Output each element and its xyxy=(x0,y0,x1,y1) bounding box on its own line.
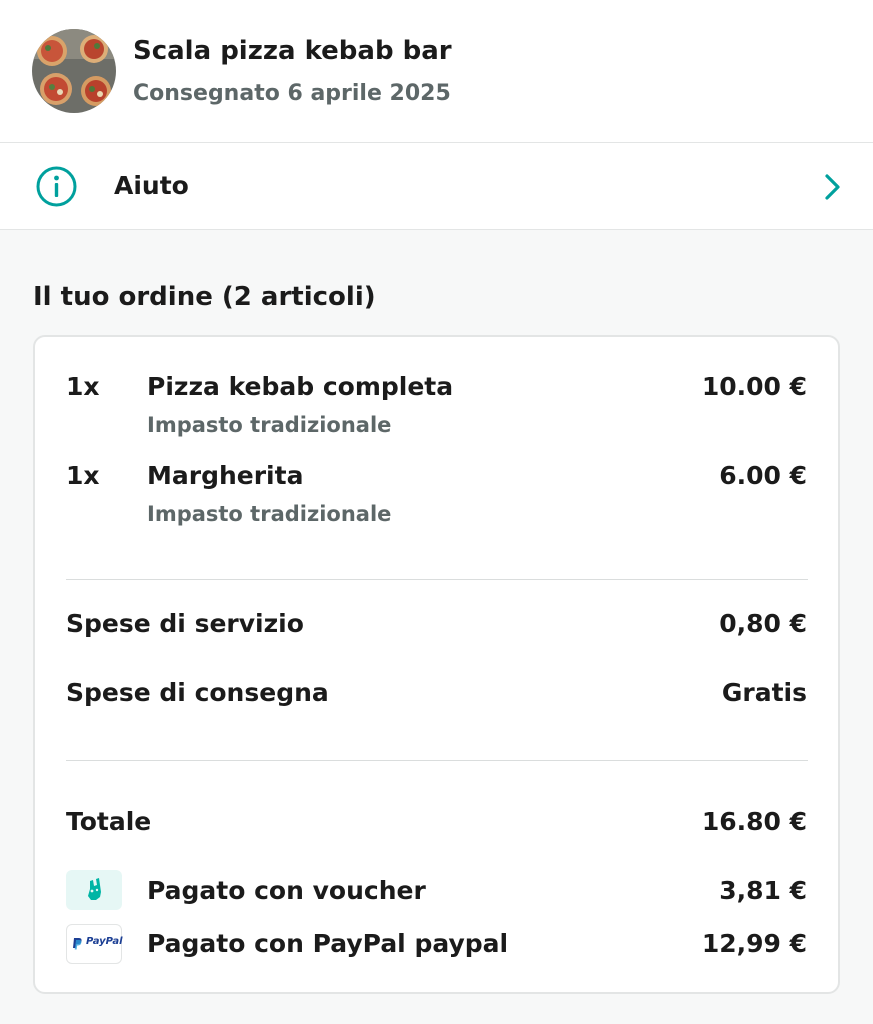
item-option: Impasto tradizionale xyxy=(147,413,392,437)
pizza-photo-icon xyxy=(32,29,116,113)
deliveroo-kangaroo-icon xyxy=(66,870,122,910)
delivery-fee-label: Spese di consegna xyxy=(66,678,329,707)
info-icon xyxy=(36,166,77,207)
help-row[interactable]: Aiuto xyxy=(0,143,873,230)
total-value: 16.80 € xyxy=(701,807,807,836)
service-fee-label: Spese di servizio xyxy=(66,609,304,638)
delivery-fee-value: Gratis xyxy=(721,678,807,707)
restaurant-header: Scala pizza kebab bar Consegnato 6 april… xyxy=(0,0,873,143)
delivery-status: Consegnato 6 aprile 2025 xyxy=(133,81,451,106)
item-name: Pizza kebab completa xyxy=(147,372,454,401)
payment-voucher-label: Pagato con voucher xyxy=(147,876,426,905)
restaurant-avatar xyxy=(32,29,116,113)
payment-voucher-value: 3,81 € xyxy=(719,876,807,905)
divider xyxy=(66,579,808,580)
payment-paypal-label: Pagato con PayPal paypal xyxy=(147,929,509,958)
item-price: 10.00 € xyxy=(701,372,807,401)
divider xyxy=(66,760,808,761)
paypal-icon: PayPal xyxy=(66,924,123,964)
chevron-right-icon[interactable] xyxy=(821,172,845,202)
total-label: Totale xyxy=(66,807,152,836)
item-price: 6.00 € xyxy=(719,461,807,490)
restaurant-name: Scala pizza kebab bar xyxy=(133,36,452,66)
order-summary-card: 1x Pizza kebab completa Impasto tradizio… xyxy=(33,335,840,994)
paypal-icon-text: PayPal xyxy=(86,936,123,947)
item-quantity: 1x xyxy=(66,461,100,490)
item-quantity: 1x xyxy=(66,372,100,401)
item-name: Margherita xyxy=(147,461,304,490)
help-label: Aiuto xyxy=(114,171,189,200)
item-option: Impasto tradizionale xyxy=(147,502,392,526)
order-section-title: Il tuo ordine (2 articoli) xyxy=(33,282,376,312)
service-fee-value: 0,80 € xyxy=(719,609,807,638)
payment-paypal-value: 12,99 € xyxy=(701,929,807,958)
